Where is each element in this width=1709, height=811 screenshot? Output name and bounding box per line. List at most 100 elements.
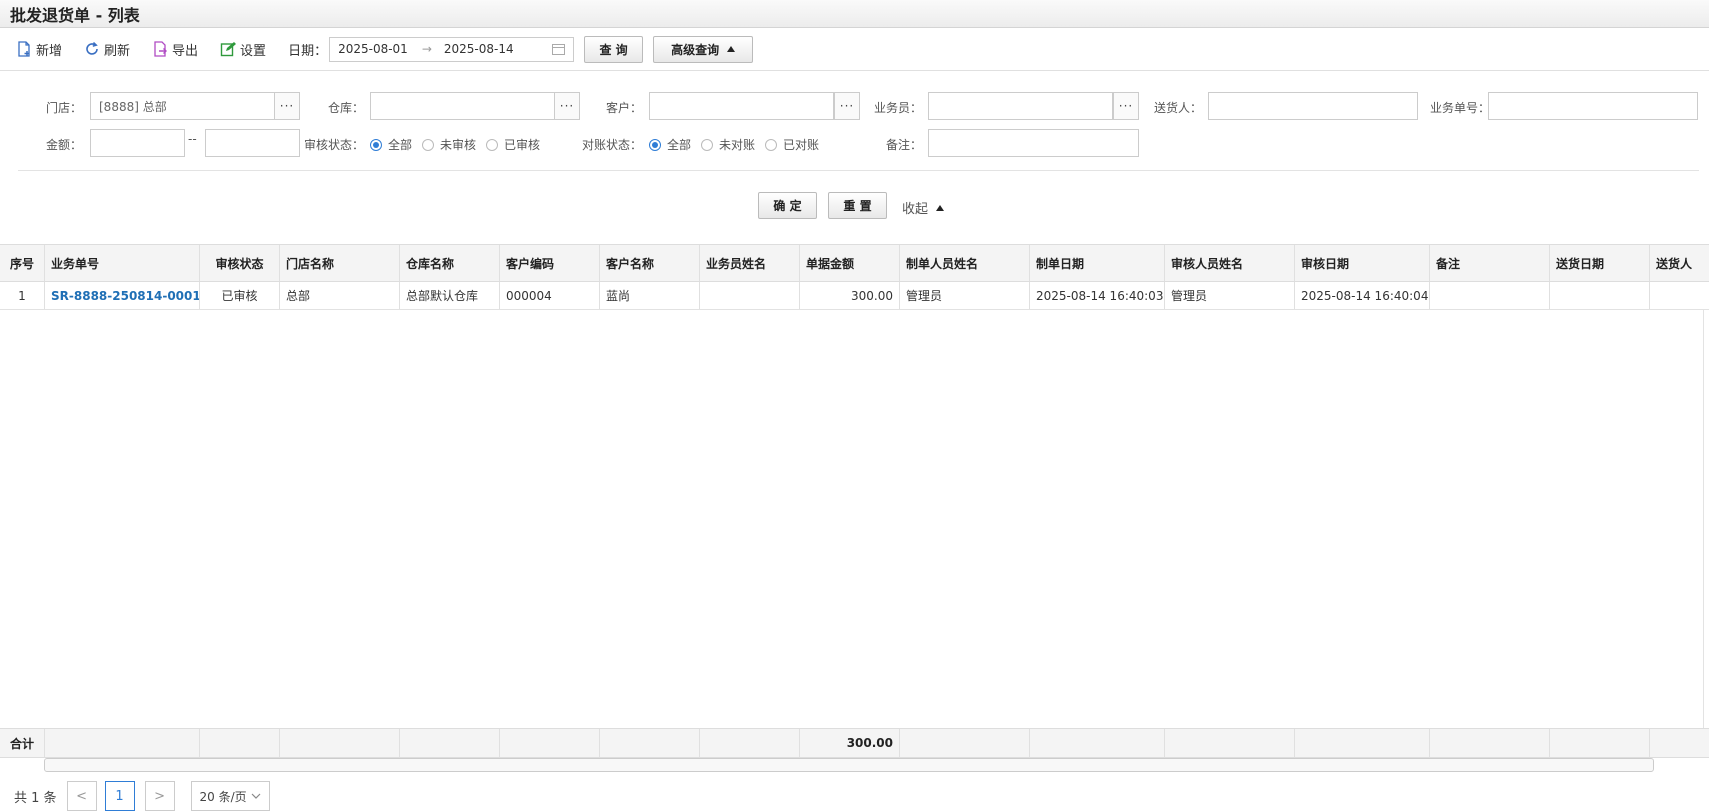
footer-cell [1550,729,1650,757]
toolbar: 新增 刷新 导出 设置 日期： 2025-08-01 → 2025-08-14 … [0,28,1709,71]
col-header-customer-name[interactable]: 客户名称 [600,245,700,281]
audit-radio-unaudited-label: 未审核 [440,138,477,152]
reconcile-radio-reconciled[interactable]: 已对账 [765,136,819,153]
footer-cell [1165,729,1295,757]
col-header-doc-no[interactable]: 业务单号 [45,245,200,281]
deliverer-input[interactable] [1208,92,1418,120]
col-header-audit-status[interactable]: 审核状态 [200,245,280,281]
store-label: 门店： [45,101,82,115]
amount-min-input[interactable] [90,129,185,157]
settings-button[interactable]: 设置 [220,40,266,59]
audit-radio-all-label: 全部 [388,138,413,152]
col-header-store-name[interactable]: 门店名称 [280,245,400,281]
date-range-picker[interactable]: 2025-08-01 → 2025-08-14 [329,36,575,62]
col-header-amount[interactable]: 单据金额 [800,245,900,281]
store-input[interactable]: [8888] 总部 [90,92,275,120]
radio-empty-icon [765,138,778,151]
footer-total-label: 合计 [0,729,45,757]
amount-range-separator: -- [188,132,197,146]
row-remark [1430,282,1550,309]
row-index: 1 [0,282,45,309]
radio-selected-icon [370,138,382,151]
radio-empty-icon [701,138,714,151]
doc-no-label: 业务单号： [1429,101,1490,115]
row-create-date: 2025-08-14 16:40:03 [1030,282,1165,309]
col-header-audit-date[interactable]: 审核日期 [1295,245,1430,281]
row-audit-date: 2025-08-14 16:40:04 [1295,282,1430,309]
row-doc-no-link[interactable]: SR-8888-250814-0001 [45,282,200,309]
footer-cell [45,729,200,757]
add-button-label: 新增 [36,43,63,59]
reset-button[interactable]: 重 置 [828,192,887,219]
footer-cell [500,729,600,757]
add-document-icon [18,41,30,57]
radio-selected-icon [649,138,661,151]
chevron-down-icon [251,793,261,799]
warehouse-input[interactable] [370,92,555,120]
query-button[interactable]: 查 询 [584,35,644,63]
col-header-creator[interactable]: 制单人员姓名 [900,245,1030,281]
prev-page-button[interactable]: < [66,781,97,811]
settings-button-label: 设置 [240,43,267,59]
table-row[interactable]: 1 SR-8888-250814-0001 已审核 总部 总部默认仓库 0000… [0,282,1709,310]
salesman-label: 业务员： [873,101,922,115]
col-header-index[interactable]: 序号 [0,245,45,281]
advanced-filter-panel: 门店： [8888] 总部 ··· 仓库： ··· 客户： ··· 业务员： ·… [0,71,1709,244]
row-audit-status: 已审核 [200,282,280,309]
window-title: 批发退货单 - 列表 [0,0,1709,28]
calendar-icon[interactable] [552,43,566,55]
audit-status-radio-group: 全部 未审核 已审核 [370,136,550,153]
footer-cell [600,729,700,757]
audit-radio-unaudited[interactable]: 未审核 [422,136,476,153]
next-page-button[interactable]: > [144,781,175,811]
reconcile-radio-unreconciled[interactable]: 未对账 [701,136,755,153]
customer-input[interactable] [649,92,834,120]
row-customer-name: 蓝尚 [600,282,700,309]
caret-up-icon [727,46,736,52]
collapse-filter-toggle[interactable]: 收起 [902,198,945,217]
query-button-label: 查 询 [599,42,628,57]
refresh-button-label: 刷新 [104,43,131,59]
refresh-button[interactable]: 刷新 [84,40,130,59]
col-header-customer-code[interactable]: 客户编码 [500,245,600,281]
footer-cell [280,729,400,757]
row-salesman-name [700,282,800,309]
customer-label: 客户： [605,101,642,115]
row-warehouse-name: 总部默认仓库 [400,282,500,309]
salesman-input[interactable] [928,92,1113,120]
export-button[interactable]: 导出 [152,40,198,59]
col-header-delivery-date[interactable]: 送货日期 [1550,245,1650,281]
reconcile-radio-all[interactable]: 全部 [649,136,691,153]
remark-input[interactable] [928,129,1139,157]
add-button[interactable]: 新增 [16,40,62,59]
amount-max-input[interactable] [205,129,300,157]
audit-radio-all[interactable]: 全部 [370,136,412,153]
doc-no-input[interactable] [1488,92,1698,120]
page-number-current[interactable]: 1 [104,781,135,811]
date-from[interactable]: 2025-08-01 [338,42,408,56]
col-header-salesman-name[interactable]: 业务员姓名 [700,245,800,281]
date-to[interactable]: 2025-08-14 [444,42,514,56]
row-store-name: 总部 [280,282,400,309]
col-header-auditor[interactable]: 审核人员姓名 [1165,245,1295,281]
page-size-select[interactable]: 20 条/页 [190,781,270,811]
caret-up-icon [936,204,945,211]
footer-cell [1650,729,1709,757]
footer-cell [700,729,800,757]
horizontal-scrollbar[interactable] [44,758,1654,772]
col-header-remark[interactable]: 备注 [1430,245,1550,281]
col-header-warehouse-name[interactable]: 仓库名称 [400,245,500,281]
date-range-arrow: → [421,42,432,56]
page-size-value: 20 条/页 [199,789,247,804]
reconcile-radio-all-label: 全部 [667,138,692,152]
advanced-query-button[interactable]: 高级查询 [653,35,754,63]
table-right-border [1703,310,1704,728]
footer-cell [400,729,500,757]
export-button-label: 导出 [172,43,199,59]
total-count: 共 1 条 [14,790,57,806]
warehouse-label: 仓库： [327,101,364,115]
col-header-deliverer[interactable]: 送货人 [1650,245,1709,281]
confirm-button[interactable]: 确 定 [758,192,817,219]
audit-radio-audited[interactable]: 已审核 [486,136,540,153]
col-header-create-date[interactable]: 制单日期 [1030,245,1165,281]
